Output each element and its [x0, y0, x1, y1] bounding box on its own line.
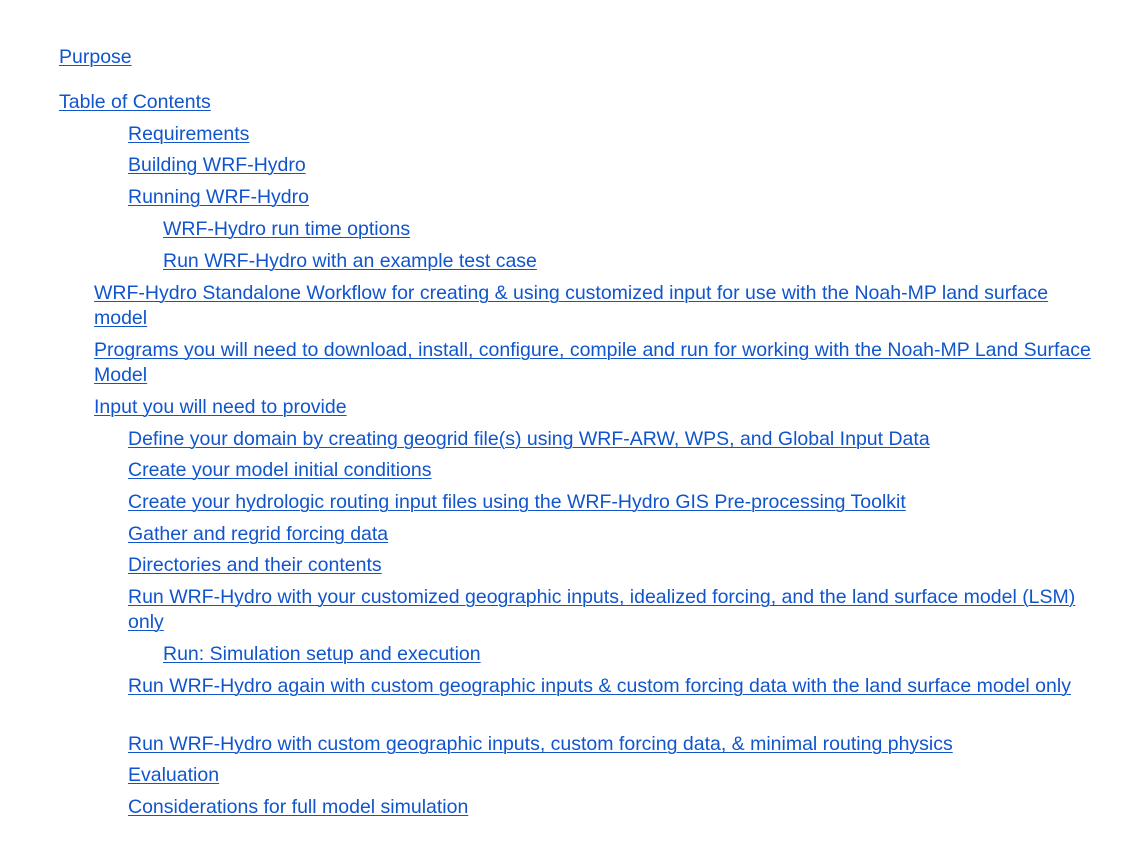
toc-link-routing-input-files[interactable]: Create your hydrologic routing input fil… [128, 490, 906, 515]
toc-link-purpose[interactable]: Purpose [59, 45, 132, 70]
toc-link-evaluation[interactable]: Evaluation [128, 763, 219, 788]
toc-link-table-of-contents[interactable]: Table of Contents [59, 90, 211, 115]
toc-link-standalone-workflow[interactable]: WRF-Hydro Standalone Workflow for creati… [94, 281, 1069, 331]
toc-link-minimal-routing[interactable]: Run WRF-Hydro with custom geographic inp… [128, 732, 953, 757]
toc-link-run-custom-forcing[interactable]: Run WRF-Hydro again with custom geograph… [128, 674, 1073, 699]
toc-link-building-wrf-hydro[interactable]: Building WRF-Hydro [128, 153, 306, 178]
toc-link-forcing-data[interactable]: Gather and regrid forcing data [128, 522, 388, 547]
toc-link-full-model-simulation[interactable]: Considerations for full model simulation [128, 795, 468, 820]
toc-link-requirements[interactable]: Requirements [128, 122, 249, 147]
toc-link-define-domain[interactable]: Define your domain by creating geogrid f… [128, 427, 930, 452]
toc-link-running-wrf-hydro[interactable]: Running WRF-Hydro [128, 185, 309, 210]
toc-link-run-time-options[interactable]: WRF-Hydro run time options [163, 217, 410, 242]
toc-link-input-to-provide[interactable]: Input you will need to provide [94, 395, 347, 420]
toc-link-simulation-setup[interactable]: Run: Simulation setup and execution [163, 642, 481, 667]
toc-link-programs-needed[interactable]: Programs you will need to download, inst… [94, 338, 1104, 388]
toc-link-initial-conditions[interactable]: Create your model initial conditions [128, 458, 432, 483]
toc-link-run-lsm-only[interactable]: Run WRF-Hydro with your customized geogr… [128, 585, 1113, 635]
toc-link-example-test-case[interactable]: Run WRF-Hydro with an example test case [163, 249, 537, 274]
toc-link-directories[interactable]: Directories and their contents [128, 553, 382, 578]
